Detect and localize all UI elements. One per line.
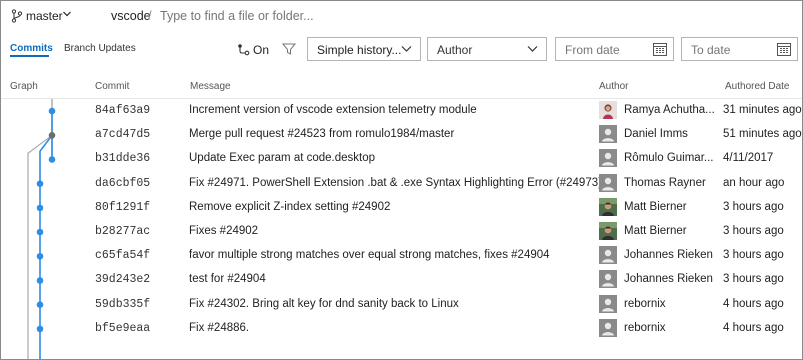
commit-row[interactable]: b31dde36 Update Exec param at code.deskto… <box>1 147 802 171</box>
avatar-placeholder-icon <box>599 270 617 289</box>
column-header-author: Author <box>599 81 629 92</box>
avatar <box>599 101 617 119</box>
commit-message[interactable]: Merge pull request #24523 from romulo198… <box>189 128 454 140</box>
commit-author: Ramya Achutha... <box>624 104 715 116</box>
commit-history-panel: master vscode / Commits Branch Updates O… <box>0 0 803 360</box>
from-date-placeholder: From date <box>565 43 620 57</box>
chevron-down-icon <box>527 46 538 52</box>
avatar-placeholder-icon <box>599 125 617 144</box>
path-separator: / <box>148 8 152 23</box>
commit-message[interactable]: test for #24904 <box>189 273 266 285</box>
filter-icon[interactable] <box>282 42 296 56</box>
commit-row[interactable]: bf5e9eaa Fix #24886. rebornix 4 hours ago <box>1 317 802 341</box>
commit-row[interactable]: c65fa54f favor multiple strong matches ov… <box>1 244 802 268</box>
avatar-placeholder-icon <box>599 246 617 265</box>
path-search-input[interactable] <box>158 6 462 26</box>
from-date-field[interactable]: From date <box>555 37 674 61</box>
active-tab-indicator <box>10 55 49 57</box>
author-dropdown[interactable]: Author <box>427 37 547 61</box>
commit-date: 3 hours ago <box>723 249 784 262</box>
commit-date: 3 hours ago <box>723 225 784 237</box>
commit-hash-link[interactable]: b31dde36 <box>95 152 150 165</box>
commit-message[interactable]: Increment version of vscode extension te… <box>189 104 477 116</box>
history-mode-dropdown[interactable]: Simple history... <box>307 37 421 61</box>
commit-row[interactable]: 80f1291f Remove explicit Z-index setting … <box>1 196 802 220</box>
commit-author: Thomas Rayner <box>624 176 706 189</box>
commit-author: Rômulo Guimar... <box>624 152 714 165</box>
history-mode-value: Simple history... <box>317 43 402 57</box>
top-bar: master vscode / <box>1 1 802 31</box>
commit-author: Matt Bierner <box>624 200 687 213</box>
avatar-placeholder-icon <box>599 149 617 168</box>
commit-hash-link[interactable]: da6cbf05 <box>95 177 150 190</box>
commit-hash-link[interactable]: 59db335f <box>95 298 150 311</box>
commit-author: rebornix <box>624 297 666 310</box>
avatar-placeholder-icon <box>599 318 617 337</box>
commit-author: Johannes Rieken <box>624 273 713 286</box>
repo-link[interactable]: vscode <box>111 9 151 23</box>
chevron-down-icon <box>401 46 412 52</box>
commit-row[interactable]: 84af63a9 Increment version of vscode exte… <box>1 99 802 123</box>
commit-date: 51 minutes ago <box>723 128 802 141</box>
graph-icon <box>238 44 250 56</box>
commit-date: 4/11/2017 <box>723 152 774 165</box>
calendar-icon[interactable] <box>777 42 791 56</box>
avatar-placeholder-icon <box>599 173 617 192</box>
to-date-field[interactable]: To date <box>681 37 798 61</box>
commit-date: an hour ago <box>723 176 785 189</box>
commit-date: 31 minutes ago <box>723 104 802 116</box>
avatar <box>599 197 617 216</box>
commit-hash-link[interactable]: 80f1291f <box>95 201 150 214</box>
commit-message[interactable]: Update Exec param at code.desktop <box>189 152 375 164</box>
commit-hash-link[interactable]: bf5e9eaa <box>95 322 150 335</box>
to-date-placeholder: To date <box>691 43 731 57</box>
commit-row[interactable]: a7cd47d5 Merge pull request #24523 from r… <box>1 123 802 147</box>
commit-hash-link[interactable]: b28277ac <box>95 225 150 238</box>
column-header-date: Authored Date <box>725 81 790 92</box>
column-header-message: Message <box>190 81 231 92</box>
commit-hash-link[interactable]: c65fa54f <box>95 249 150 262</box>
commit-date: 3 hours ago <box>723 200 784 213</box>
commit-author: rebornix <box>624 321 666 334</box>
avatar <box>599 222 617 240</box>
chevron-down-icon[interactable] <box>62 9 72 19</box>
commit-message[interactable]: Remove explicit Z-index setting #24902 <box>189 201 390 213</box>
avatar-placeholder-icon <box>599 294 617 313</box>
graph-toggle-label: On <box>253 43 270 57</box>
commit-hash-link[interactable]: 39d243e2 <box>95 273 150 286</box>
commit-message[interactable]: Fix #24302. Bring alt key for dnd sanity… <box>189 298 459 310</box>
commit-author: Matt Bierner <box>624 225 687 237</box>
commit-message[interactable]: favor multiple strong matches over equal… <box>189 249 550 261</box>
commit-author: Daniel Imms <box>624 128 688 141</box>
commit-message[interactable]: Fix #24886. <box>189 322 249 334</box>
tab-commits[interactable]: Commits <box>10 43 53 54</box>
commit-row[interactable]: b28277ac Fixes #24902 Matt Bierner 3 hours … <box>1 220 802 244</box>
commit-date: 4 hours ago <box>723 297 784 310</box>
column-header-commit: Commit <box>95 81 130 92</box>
commit-author: Johannes Rieken <box>624 249 713 262</box>
graph-toggle[interactable]: On <box>237 42 271 58</box>
commit-row[interactable]: 59db335f Fix #24302. Bring alt key for dn… <box>1 293 802 317</box>
column-header-graph: Graph <box>10 81 38 92</box>
commit-date: 4 hours ago <box>723 321 784 334</box>
calendar-icon[interactable] <box>653 42 667 56</box>
commit-hash-link[interactable]: 84af63a9 <box>95 104 150 117</box>
author-filter-value: Author <box>437 43 473 57</box>
commit-row[interactable]: da6cbf05 Fix #24971. PowerShell Extension… <box>1 172 802 196</box>
branch-selector[interactable]: master <box>26 9 63 23</box>
commit-message[interactable]: Fix #24971. PowerShell Extension .bat & … <box>189 177 602 189</box>
commit-row[interactable]: 39d243e2 test for #24904 Johannes Rieken 3 … <box>1 268 802 292</box>
tab-branch-updates[interactable]: Branch Updates <box>64 43 136 54</box>
commit-date: 3 hours ago <box>723 273 784 286</box>
commit-hash-link[interactable]: a7cd47d5 <box>95 128 150 141</box>
branch-icon <box>11 9 23 23</box>
commit-message[interactable]: Fixes #24902 <box>189 225 258 237</box>
